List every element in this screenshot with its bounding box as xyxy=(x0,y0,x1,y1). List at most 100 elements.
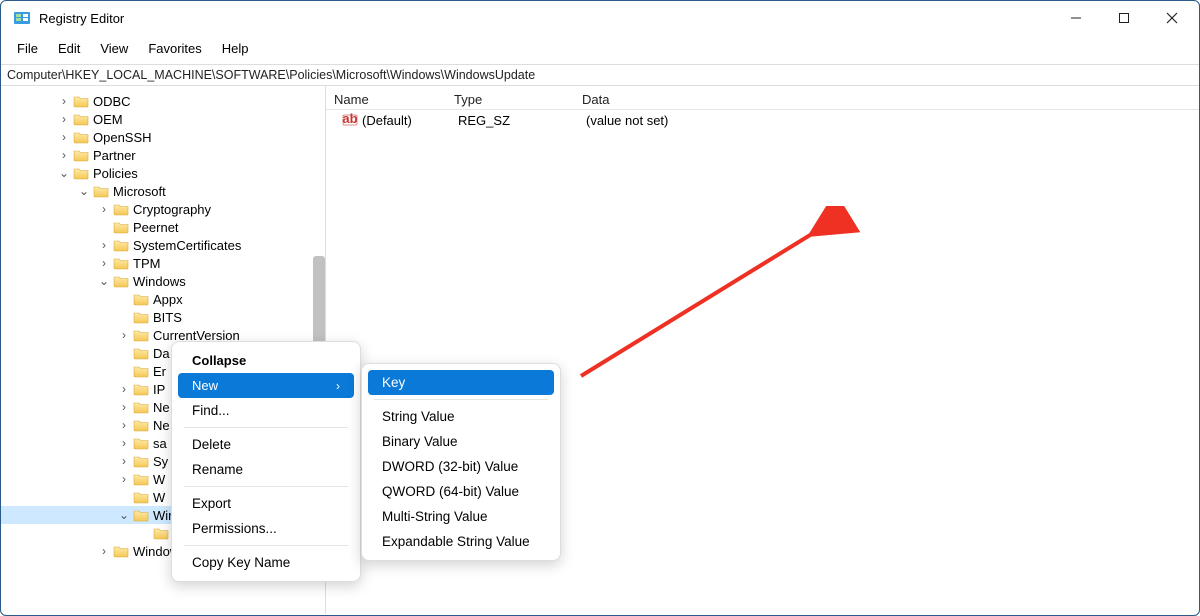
folder-icon xyxy=(153,526,169,540)
expand-icon[interactable] xyxy=(117,418,131,432)
ctx-export[interactable]: Export xyxy=(178,491,354,516)
menu-file[interactable]: File xyxy=(9,39,46,58)
maximize-button[interactable] xyxy=(1101,3,1147,33)
svg-text:ab: ab xyxy=(342,112,357,126)
context-menu: Collapse New› Find... Delete Rename Expo… xyxy=(171,341,361,582)
ctx-rename[interactable]: Rename xyxy=(178,457,354,482)
ctx-delete[interactable]: Delete xyxy=(178,432,354,457)
ctx-copy-key-name[interactable]: Copy Key Name xyxy=(178,550,354,575)
tree-node[interactable]: TPM xyxy=(133,256,160,271)
ctx-new-qword[interactable]: QWORD (64-bit) Value xyxy=(368,479,554,504)
tree-node[interactable]: Ne xyxy=(153,418,170,433)
collapse-icon[interactable] xyxy=(57,166,71,180)
tree-node[interactable]: OEM xyxy=(93,112,123,127)
ctx-new-multi[interactable]: Multi-String Value xyxy=(368,504,554,529)
folder-icon xyxy=(133,364,149,378)
tree-node[interactable]: W xyxy=(153,490,165,505)
window-title: Registry Editor xyxy=(39,11,124,26)
tree-node[interactable]: OpenSSH xyxy=(93,130,152,145)
ctx-new-dword[interactable]: DWORD (32-bit) Value xyxy=(368,454,554,479)
folder-icon xyxy=(133,382,149,396)
expand-icon[interactable] xyxy=(57,148,71,162)
folder-icon xyxy=(113,202,129,216)
folder-icon xyxy=(113,220,129,234)
value-name: (Default) xyxy=(362,113,458,128)
folder-icon xyxy=(113,238,129,252)
address-bar[interactable]: Computer\HKEY_LOCAL_MACHINE\SOFTWARE\Pol… xyxy=(1,64,1199,86)
tree-node[interactable]: Microsoft xyxy=(113,184,166,199)
expand-icon[interactable] xyxy=(117,454,131,468)
tree-node[interactable]: Policies xyxy=(93,166,138,181)
ctx-new-key[interactable]: Key xyxy=(368,370,554,395)
folder-icon xyxy=(133,436,149,450)
expand-icon[interactable] xyxy=(57,94,71,108)
expand-icon[interactable] xyxy=(117,472,131,486)
folder-icon xyxy=(73,112,89,126)
expand-icon[interactable] xyxy=(97,202,111,216)
folder-icon xyxy=(73,166,89,180)
folder-icon xyxy=(113,544,129,558)
ctx-new[interactable]: New› xyxy=(178,373,354,398)
expand-icon[interactable] xyxy=(117,400,131,414)
expand-icon[interactable] xyxy=(97,256,111,270)
menu-help[interactable]: Help xyxy=(214,39,257,58)
tree-node[interactable]: BITS xyxy=(153,310,182,325)
folder-icon xyxy=(133,490,149,504)
ctx-collapse[interactable]: Collapse xyxy=(178,348,354,373)
tree-node[interactable]: Ne xyxy=(153,400,170,415)
tree-node[interactable]: Sy xyxy=(153,454,168,469)
folder-icon xyxy=(133,328,149,342)
expand-icon[interactable] xyxy=(97,238,111,252)
tree-node[interactable]: W xyxy=(153,472,165,487)
folder-icon xyxy=(133,508,149,522)
folder-icon xyxy=(133,454,149,468)
expand-icon[interactable] xyxy=(117,436,131,450)
string-value-icon: ab xyxy=(342,112,358,128)
folder-icon xyxy=(133,310,149,324)
collapse-icon[interactable] xyxy=(97,274,111,288)
column-type[interactable]: Type xyxy=(446,90,574,109)
tree-node[interactable]: Cryptography xyxy=(133,202,211,217)
menu-view[interactable]: View xyxy=(92,39,136,58)
separator xyxy=(184,486,348,487)
tree-node[interactable]: Partner xyxy=(93,148,136,163)
tree-node[interactable]: IP xyxy=(153,382,165,397)
tree-node[interactable]: Peernet xyxy=(133,220,179,235)
tree-node[interactable]: SystemCertificates xyxy=(133,238,241,253)
collapse-icon[interactable] xyxy=(77,184,91,198)
expand-icon[interactable] xyxy=(57,130,71,144)
column-name[interactable]: Name xyxy=(326,90,446,109)
menu-edit[interactable]: Edit xyxy=(50,39,88,58)
separator xyxy=(374,399,548,400)
tree-node[interactable]: Er xyxy=(153,364,166,379)
menubar: File Edit View Favorites Help xyxy=(1,35,1199,64)
folder-icon xyxy=(133,346,149,360)
expand-icon[interactable] xyxy=(57,112,71,126)
expand-icon[interactable] xyxy=(97,544,111,558)
folder-icon xyxy=(133,400,149,414)
ctx-new-binary[interactable]: Binary Value xyxy=(368,429,554,454)
ctx-permissions[interactable]: Permissions... xyxy=(178,516,354,541)
ctx-find[interactable]: Find... xyxy=(178,398,354,423)
column-data[interactable]: Data xyxy=(574,90,1199,109)
tree-node[interactable]: Da xyxy=(153,346,170,361)
ctx-new-expandable[interactable]: Expandable String Value xyxy=(368,529,554,554)
tree-node[interactable]: Windows xyxy=(133,274,186,289)
tree-node[interactable]: Appx xyxy=(153,292,183,307)
minimize-button[interactable] xyxy=(1053,3,1099,33)
tree-node[interactable]: sa xyxy=(153,436,167,451)
list-item[interactable]: ab (Default) REG_SZ (value not set) xyxy=(326,110,1199,130)
expand-icon[interactable] xyxy=(117,382,131,396)
expand-icon[interactable] xyxy=(117,328,131,342)
context-submenu-new: Key String Value Binary Value DWORD (32-… xyxy=(361,363,561,561)
folder-icon xyxy=(133,472,149,486)
menu-favorites[interactable]: Favorites xyxy=(140,39,209,58)
ctx-new-string[interactable]: String Value xyxy=(368,404,554,429)
folder-icon xyxy=(73,94,89,108)
folder-icon xyxy=(73,148,89,162)
tree-node[interactable]: ODBC xyxy=(93,94,131,109)
folder-icon xyxy=(133,418,149,432)
folder-icon xyxy=(133,292,149,306)
collapse-icon[interactable] xyxy=(117,508,131,522)
close-button[interactable] xyxy=(1149,3,1195,33)
